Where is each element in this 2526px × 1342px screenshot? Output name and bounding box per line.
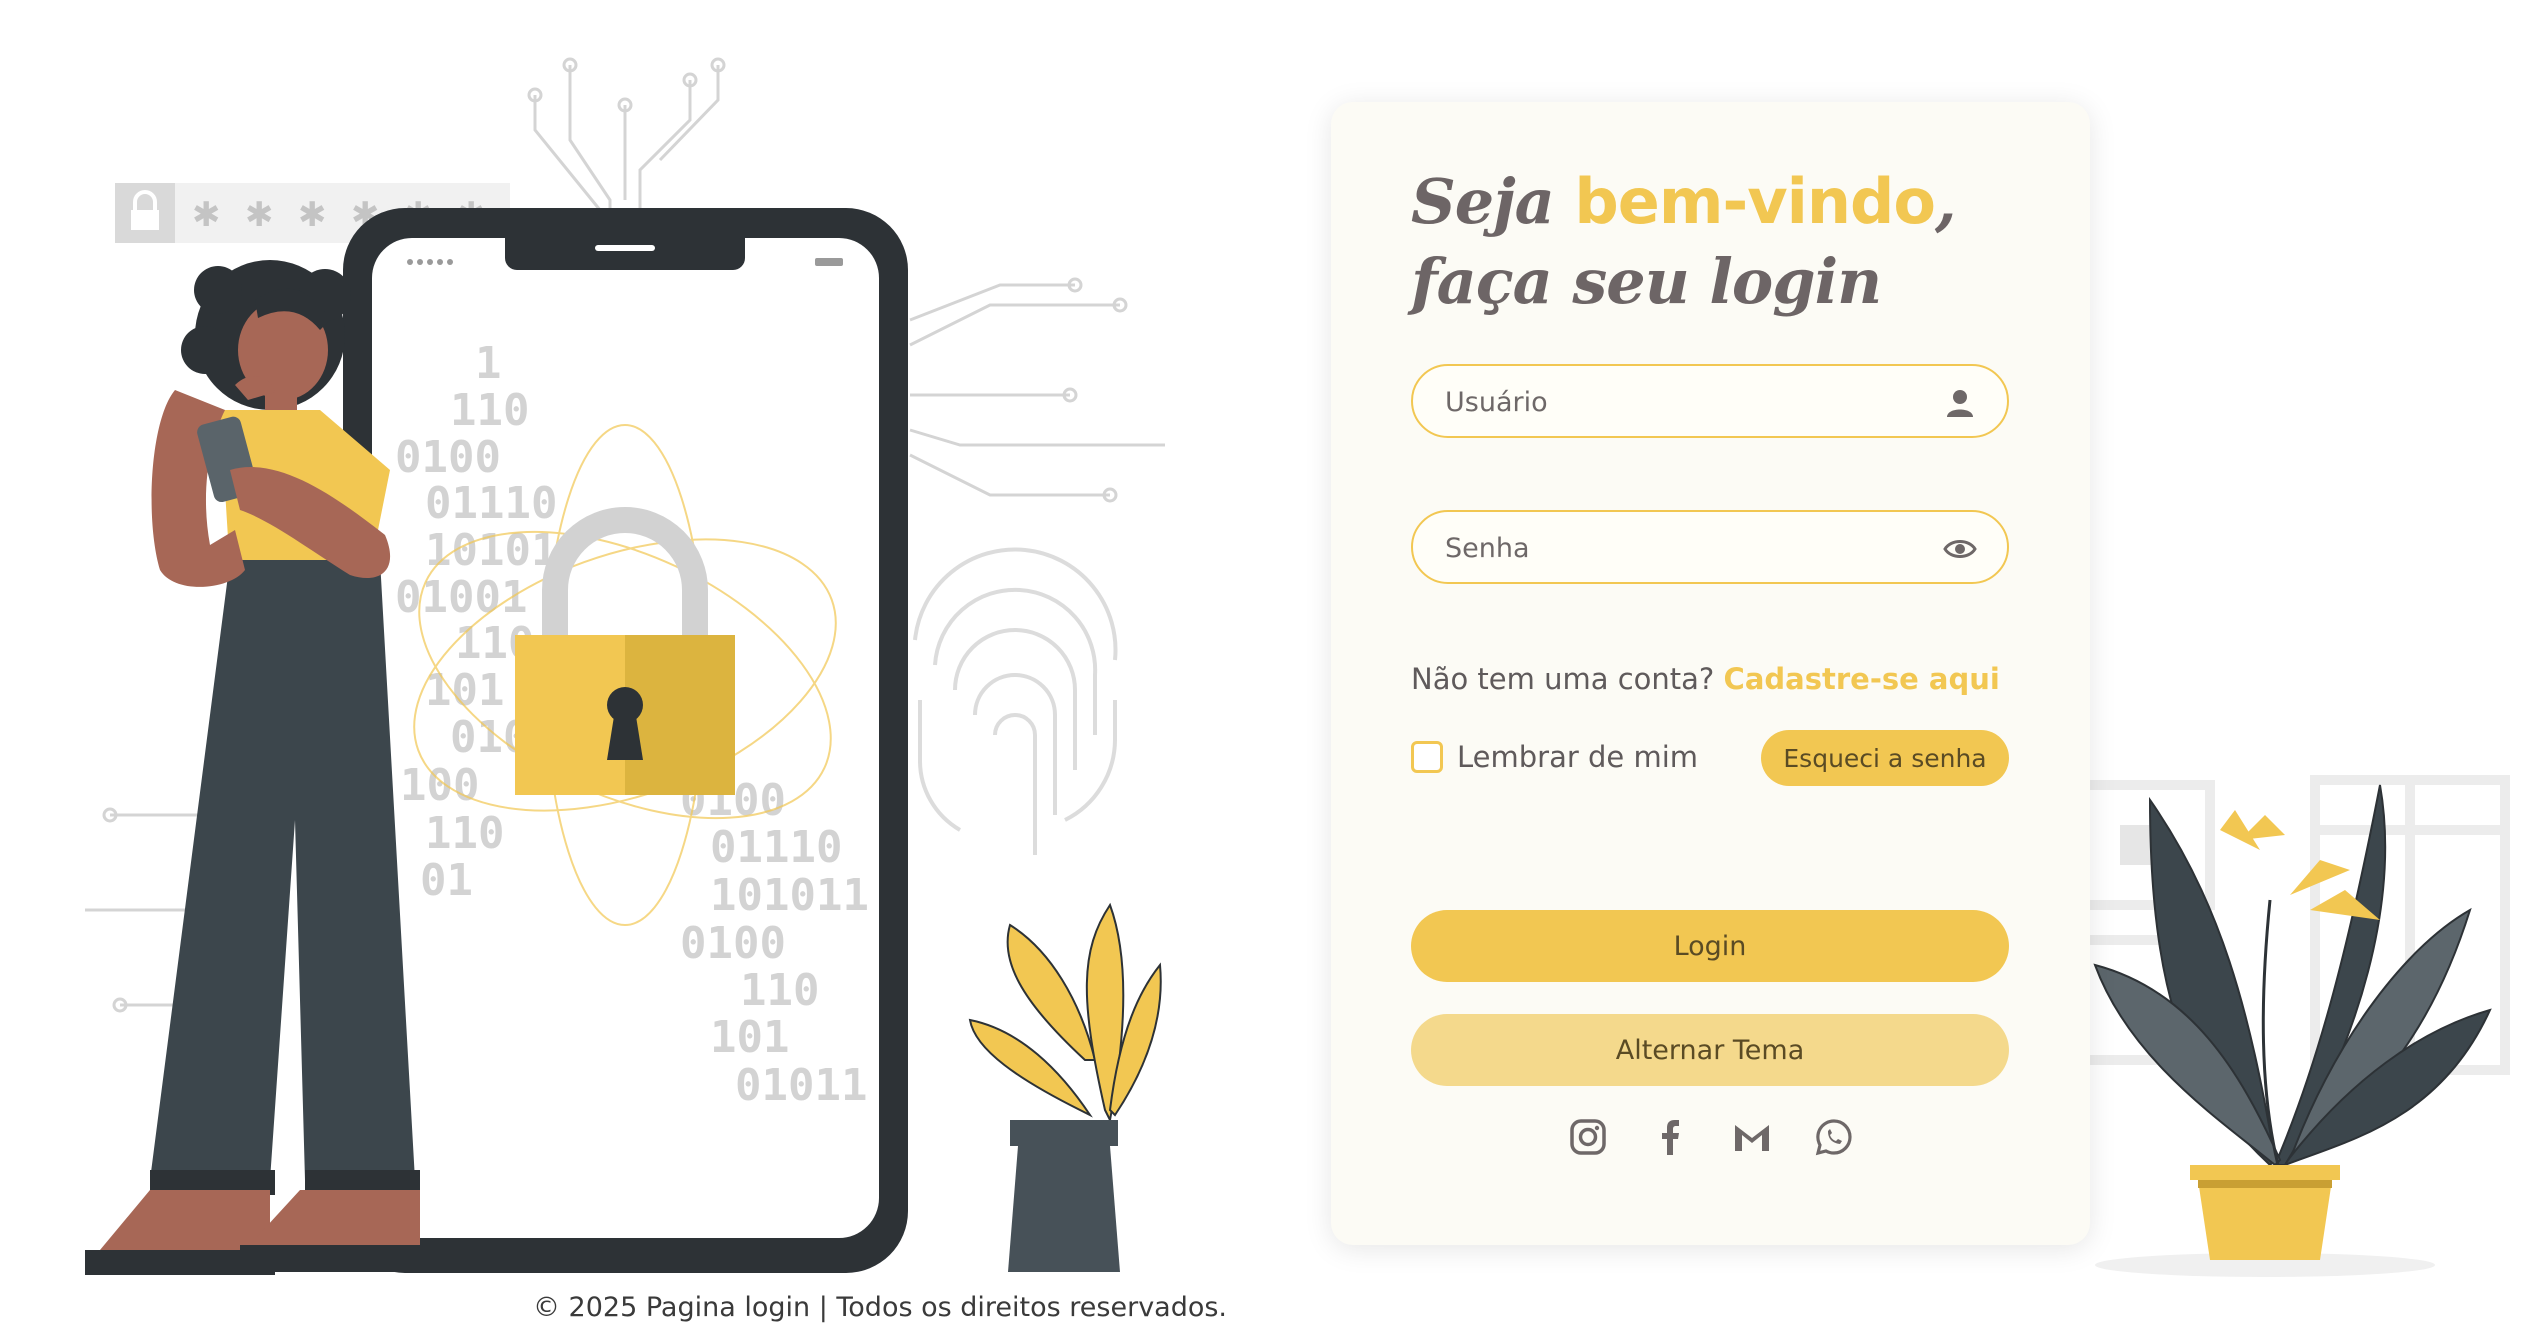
signup-prompt: Não tem uma conta? Cadastre-se aqui xyxy=(1411,662,2000,696)
svg-text:101011: 101011 xyxy=(710,870,869,921)
potted-plant-small xyxy=(968,902,1162,1272)
user-icon xyxy=(1947,390,1973,417)
signup-link[interactable]: Cadastre-se aqui xyxy=(1724,662,2000,696)
username-field[interactable] xyxy=(1411,364,2009,438)
svg-text:01: 01 xyxy=(420,855,473,906)
remember-label: Lembrar de mim xyxy=(1457,740,1699,774)
svg-text:1: 1 xyxy=(475,338,502,389)
remember-me[interactable]: Lembrar de mim xyxy=(1411,740,1698,774)
signup-text: Não tem uma conta? xyxy=(1411,662,1724,696)
svg-text:0100: 0100 xyxy=(395,432,501,483)
svg-text:110: 110 xyxy=(450,385,529,436)
security-illustration: ✱✱✱✱✱✱ 1 110 0100 01110 10101 01001 110 … xyxy=(85,57,1165,1275)
password-field[interactable] xyxy=(1411,510,2009,584)
title-greeting: Seja xyxy=(1411,165,1575,238)
svg-text:0100: 0100 xyxy=(680,918,786,969)
whatsapp-icon[interactable] xyxy=(1814,1117,1854,1157)
circuit-lines-right xyxy=(909,277,1165,503)
instagram-icon[interactable] xyxy=(1568,1117,1608,1157)
svg-text:100: 100 xyxy=(400,760,479,811)
fingerprint-icon xyxy=(913,547,1118,855)
svg-text:101: 101 xyxy=(425,665,504,716)
svg-text:01110: 01110 xyxy=(710,822,842,873)
social-links xyxy=(1331,1117,2090,1157)
svg-text:✱: ✱ xyxy=(298,195,327,235)
login-card: Seja bem-vindo, faça seu login Não tem u… xyxy=(1331,102,2090,1245)
svg-text:101: 101 xyxy=(710,1012,789,1063)
svg-text:110: 110 xyxy=(425,808,504,859)
forgot-password-button[interactable]: Esqueci a senha xyxy=(1761,730,2009,786)
password-input[interactable] xyxy=(1443,512,1927,584)
title-subline: faça seu login xyxy=(1411,245,1882,318)
footer-text: © 2025 Pagina login | Todos os direitos … xyxy=(532,1292,1228,1323)
plant-illustration xyxy=(2065,775,2510,1277)
login-title: Seja bem-vindo, faça seu login xyxy=(1411,162,1957,322)
username-input[interactable] xyxy=(1443,366,1927,438)
eye-icon[interactable] xyxy=(1943,532,1977,566)
potted-plant-large xyxy=(2093,784,2492,1260)
svg-text:110: 110 xyxy=(740,965,819,1016)
facebook-icon[interactable] xyxy=(1650,1117,1690,1157)
toggle-theme-button[interactable]: Alternar Tema xyxy=(1411,1014,2009,1086)
gmail-icon[interactable] xyxy=(1732,1117,1772,1157)
title-comma: , xyxy=(1934,165,1957,238)
login-button[interactable]: Login xyxy=(1411,910,2009,982)
svg-text:✱: ✱ xyxy=(245,195,274,235)
svg-text:01110: 01110 xyxy=(425,478,557,529)
remember-checkbox[interactable] xyxy=(1411,741,1443,773)
svg-text:✱: ✱ xyxy=(192,195,221,235)
svg-text:01001: 01001 xyxy=(395,572,527,623)
svg-text:01011: 01011 xyxy=(735,1060,867,1111)
title-highlight: bem-vindo xyxy=(1574,165,1936,238)
